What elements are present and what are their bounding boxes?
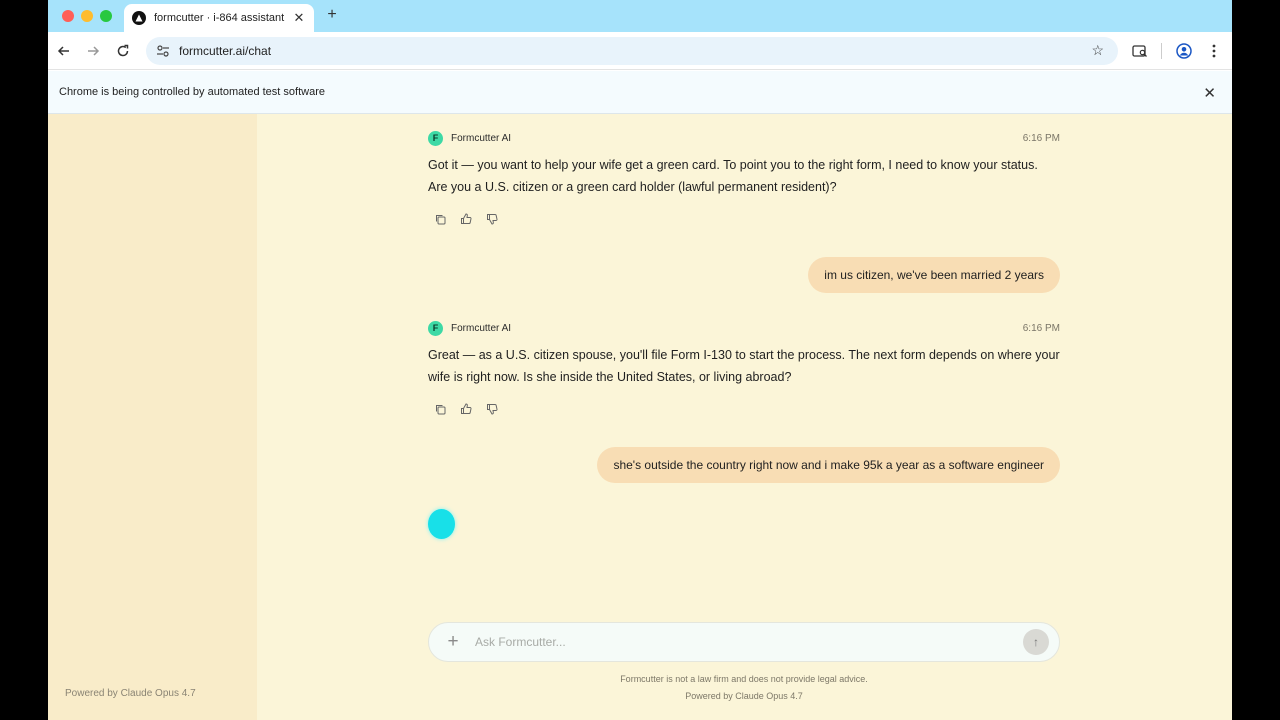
user-message-bubble: im us citizen, we've been married 2 year… [808,257,1060,293]
thumbs-down-icon[interactable] [485,402,499,416]
sidebar: Powered by Claude Opus 4.7 [48,114,257,720]
tab-search-button[interactable] [1130,41,1150,61]
assistant-avatar: F [428,320,443,336]
message-header: F Formcutter AI 6:16 PM [428,320,1060,336]
assistant-avatar: F [428,130,443,146]
bookmark-star-icon[interactable]: ☆ [1091,42,1104,59]
tab-close-icon[interactable]: ✕ [292,10,306,26]
site-settings-icon[interactable] [156,44,170,58]
attach-plus-icon[interactable]: + [443,631,463,653]
tab-title: formcutter · i-864 assistant [154,12,285,24]
thumbs-up-icon[interactable] [459,212,473,226]
send-button[interactable]: ↑ [1023,629,1049,655]
user-message-bubble: she's outside the country right now and … [597,447,1060,483]
message-header: F Formcutter AI 6:16 PM [428,130,1060,146]
assistant-message-text: Got it — you want to help your wife get … [428,158,1038,194]
new-tab-button[interactable]: + [323,6,341,24]
assistant-message-text: Great — as a U.S. citizen spouse, you'll… [428,348,1060,384]
reload-button[interactable] [114,42,132,60]
assistant-name: Formcutter AI [451,322,512,334]
chat-input[interactable] [475,635,1023,649]
forward-arrow-icon [88,46,100,56]
assistant-name: Formcutter AI [451,132,512,144]
chat-page: Powered by Claude Opus 4.7 F Formcutter … [48,114,1232,720]
thumbs-down-icon[interactable] [485,212,499,226]
address-bar[interactable]: formcutter.ai/chat ☆ [146,37,1118,65]
back-button[interactable] [55,42,73,60]
reload-icon [117,44,129,57]
profile-button[interactable] [1174,41,1194,61]
copy-icon[interactable] [433,212,447,226]
browser-window: formcutter · i-864 assistant ✕ + formcut… [48,0,1232,720]
maximize-window-button[interactable] [100,10,112,22]
profile-avatar-icon [1176,43,1192,59]
forward-button[interactable] [84,42,102,60]
infobar-text: Chrome is being controlled by automated … [59,86,325,98]
message-timestamp: 6:16 PM [1022,322,1060,334]
formcutter-favicon-icon [132,11,146,25]
footer-powered-by: Powered by Claude Opus 4.7 [685,691,803,701]
copy-icon[interactable] [433,402,447,416]
close-window-button[interactable] [62,10,74,22]
message-composer: + ↑ [428,622,1060,662]
more-vert-icon [1212,44,1216,58]
message-actions [428,402,1060,416]
minimize-window-button[interactable] [81,10,93,22]
message-actions [428,212,1060,226]
url-text[interactable]: formcutter.ai/chat [179,44,271,58]
assistant-message: F Formcutter AI 6:16 PM Great — as a U.S… [428,320,1060,416]
browser-toolbar: formcutter.ai/chat ☆ [48,32,1232,70]
typing-indicator [428,509,455,539]
sidebar-powered-by: Powered by Claude Opus 4.7 [65,688,196,699]
infobar-close-icon[interactable]: ✕ [1203,84,1216,102]
thumbs-up-icon[interactable] [459,402,473,416]
legal-disclaimer: Formcutter is not a law firm and does no… [620,674,868,684]
browser-tab-active[interactable]: formcutter · i-864 assistant ✕ [124,4,314,32]
back-arrow-icon [57,46,69,56]
automation-infobar: Chrome is being controlled by automated … [48,71,1232,114]
message-timestamp: 6:16 PM [1022,132,1060,144]
browser-menu-button[interactable] [1204,41,1224,61]
toolbar-divider [1161,43,1162,59]
tab-strip: formcutter · i-864 assistant ✕ + [48,0,1232,32]
assistant-message: F Formcutter AI 6:16 PM Got it — you wan… [428,130,1060,226]
tab-search-icon [1132,45,1147,57]
